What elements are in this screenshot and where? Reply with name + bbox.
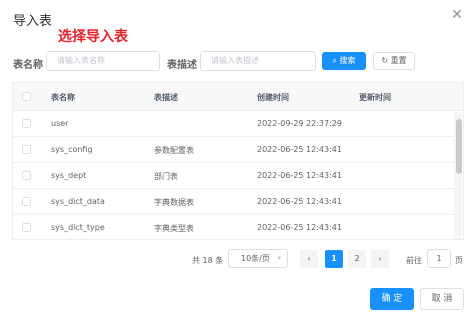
table-name-label: 表名称	[13, 60, 43, 71]
table-row[interactable]: sys_config 参数配置表 2022-06-25 12:43:41	[13, 137, 454, 163]
row-checkbox[interactable]	[22, 223, 31, 232]
cell-name: sys_dept	[51, 171, 87, 180]
table-row[interactable]: user 2022-09-29 22:37:29	[13, 111, 454, 137]
cell-desc: 参数配置表	[154, 146, 194, 155]
cell-name: user	[51, 119, 69, 128]
cell-desc: 字典数据表	[154, 198, 194, 207]
cell-created: 2022-06-25 12:43:41	[257, 171, 342, 180]
table-row[interactable]: sys_dict_data 字典数据表 2022-06-25 12:43:41	[13, 189, 454, 215]
column-header-created[interactable]: 创建时间	[257, 92, 289, 103]
cell-created: 2022-06-25 12:43:41	[257, 145, 342, 154]
confirm-button[interactable]: 确 定	[370, 288, 414, 310]
cell-name: sys_dict_data	[51, 197, 105, 206]
goto-label: 前往	[406, 256, 422, 265]
close-icon[interactable]: ✕	[450, 8, 464, 22]
cell-created: 2022-06-25 12:43:41	[257, 197, 342, 206]
table-list: 表名称 表描述 创建时间 更新时间 user 2022-09-29 22:37:…	[12, 82, 464, 240]
page-button-1[interactable]: 1	[325, 250, 343, 268]
cell-desc: 部门表	[154, 172, 178, 181]
goto-suffix: 页	[455, 256, 463, 265]
row-checkbox[interactable]	[22, 171, 31, 180]
table-row[interactable]: sys_dept 部门表 2022-06-25 12:43:41	[13, 163, 454, 189]
search-icon: ⌕	[332, 56, 337, 65]
total-count: 共 18 条	[192, 256, 224, 265]
chevron-down-icon: ▾	[277, 254, 281, 262]
table-desc-input[interactable]: 请输入表描述	[200, 51, 316, 71]
cell-desc: 字典类型表	[154, 224, 194, 233]
page-button-2[interactable]: 2	[348, 250, 366, 268]
table-scrollbar-thumb[interactable]	[456, 119, 462, 174]
dialog-title: 导入表	[13, 14, 53, 29]
search-button-label: 搜索	[339, 56, 356, 65]
cell-created: 2022-06-25 12:43:41	[257, 223, 342, 232]
column-header-desc[interactable]: 表描述	[154, 92, 178, 103]
row-checkbox[interactable]	[22, 119, 31, 128]
chevron-right-icon[interactable]: ›	[371, 250, 389, 268]
refresh-icon: ↻	[381, 56, 389, 65]
table-row[interactable]: sys_dict_type 字典类型表 2022-06-25 12:43:41	[13, 215, 454, 239]
column-header-name[interactable]: 表名称	[51, 92, 75, 103]
goto-page-input[interactable]: 1	[427, 249, 451, 268]
cell-created: 2022-09-29 22:37:29	[257, 119, 342, 128]
chevron-left-icon[interactable]: ‹	[300, 250, 318, 268]
table-name-input[interactable]: 请输入表名称	[46, 51, 160, 71]
page-size-value: 10条/页	[241, 254, 270, 263]
import-table-dialog: 导入表 ✕ 选择导入表 表名称 请输入表名称 表描述 请输入表描述 ⌕ 搜索 ↻…	[0, 0, 474, 322]
row-checkbox[interactable]	[22, 197, 31, 206]
annotation-text: 选择导入表	[58, 29, 128, 45]
table-desc-label: 表描述	[167, 60, 197, 71]
cancel-button[interactable]: 取 消	[420, 288, 464, 310]
cell-name: sys_config	[51, 145, 93, 154]
cell-name: sys_dict_type	[51, 223, 105, 232]
table-header: 表名称 表描述 创建时间 更新时间	[13, 83, 463, 111]
row-checkbox[interactable]	[22, 145, 31, 154]
reset-button-label: 重置	[390, 56, 407, 65]
reset-button[interactable]: ↻ 重置	[373, 52, 415, 70]
page-size-select[interactable]: 10条/页 ▾	[228, 249, 288, 268]
column-header-updated[interactable]: 更新时间	[359, 92, 391, 103]
search-button[interactable]: ⌕ 搜索	[322, 52, 366, 70]
select-all-checkbox[interactable]	[22, 92, 31, 101]
